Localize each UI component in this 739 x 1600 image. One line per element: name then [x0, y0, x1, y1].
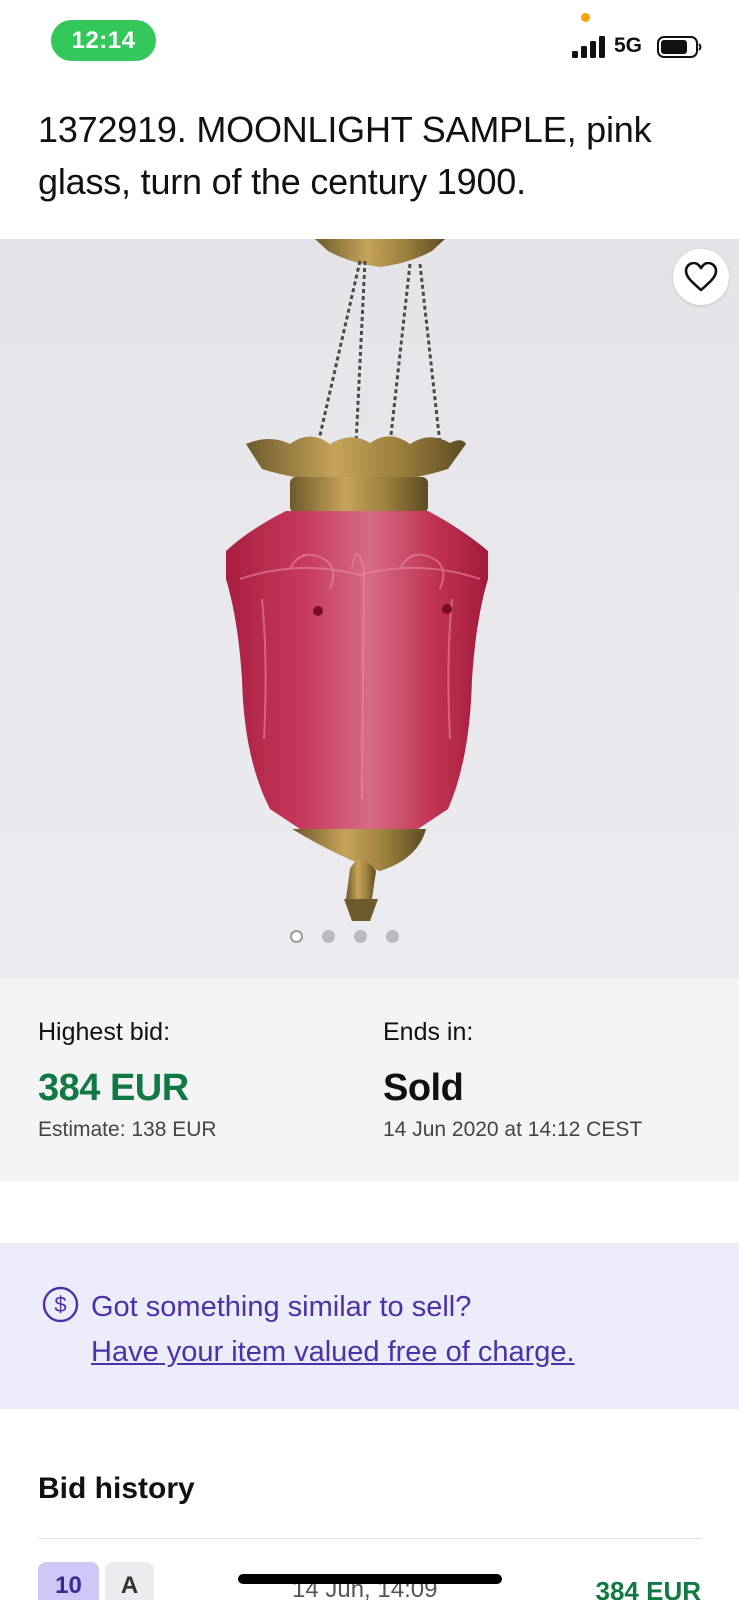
ends-in-label: Ends in: [383, 1018, 474, 1046]
bid-number-badge: 10 [38, 1562, 99, 1600]
promo-text-block: Got something similar to sell? Have your… [91, 1285, 575, 1375]
status-bar: 12:14 5G [0, 0, 739, 80]
network-type: 5G [614, 34, 643, 57]
bid-amount: 384 EUR [595, 1576, 702, 1600]
carousel-dot[interactable] [290, 930, 303, 943]
heart-icon [684, 262, 718, 292]
status-time: 12:14 [51, 20, 156, 61]
favorite-button[interactable] [673, 249, 729, 305]
carousel-dot[interactable] [354, 930, 367, 943]
bidder-badge: A [105, 1562, 154, 1600]
promo-headline: Got something similar to sell? [91, 1291, 472, 1323]
privacy-indicator-dot [581, 13, 590, 22]
valuation-link[interactable]: Have your item valued free of charge. [91, 1330, 575, 1375]
battery-icon [657, 36, 702, 58]
lot-image-carousel[interactable] [0, 239, 739, 978]
highest-bid-block: Highest bid: 384 EUR Estimate: 138 EUR [38, 1018, 217, 1142]
estimate-text: Estimate: 138 EUR [38, 1118, 217, 1141]
highest-bid-value: 384 EUR [38, 1067, 189, 1109]
ends-in-value: Sold [383, 1067, 464, 1109]
bid-history-title: Bid history [38, 1472, 195, 1505]
ends-in-block: Ends in: Sold 14 Jun 2020 at 14:12 CEST [383, 1018, 642, 1142]
home-indicator[interactable] [238, 1574, 502, 1584]
carousel-dots[interactable] [0, 930, 739, 943]
highest-bid-label: Highest bid: [38, 1018, 171, 1046]
lamp-image [226, 239, 488, 921]
dollar-circle-icon: $ [42, 1286, 79, 1323]
carousel-dot[interactable] [386, 930, 399, 943]
carousel-dot[interactable] [322, 930, 335, 943]
signal-icon [572, 36, 605, 58]
svg-text:$: $ [54, 1292, 66, 1317]
end-date-text: 14 Jun 2020 at 14:12 CEST [383, 1118, 643, 1141]
lot-title: 1372919. MOONLIGHT SAMPLE, pink glass, t… [38, 109, 652, 202]
valuation-promo: $ Got something similar to sell? Have yo… [0, 1243, 739, 1409]
divider [38, 1538, 701, 1539]
bid-summary: Highest bid: 384 EUR Estimate: 138 EUR E… [0, 978, 739, 1182]
